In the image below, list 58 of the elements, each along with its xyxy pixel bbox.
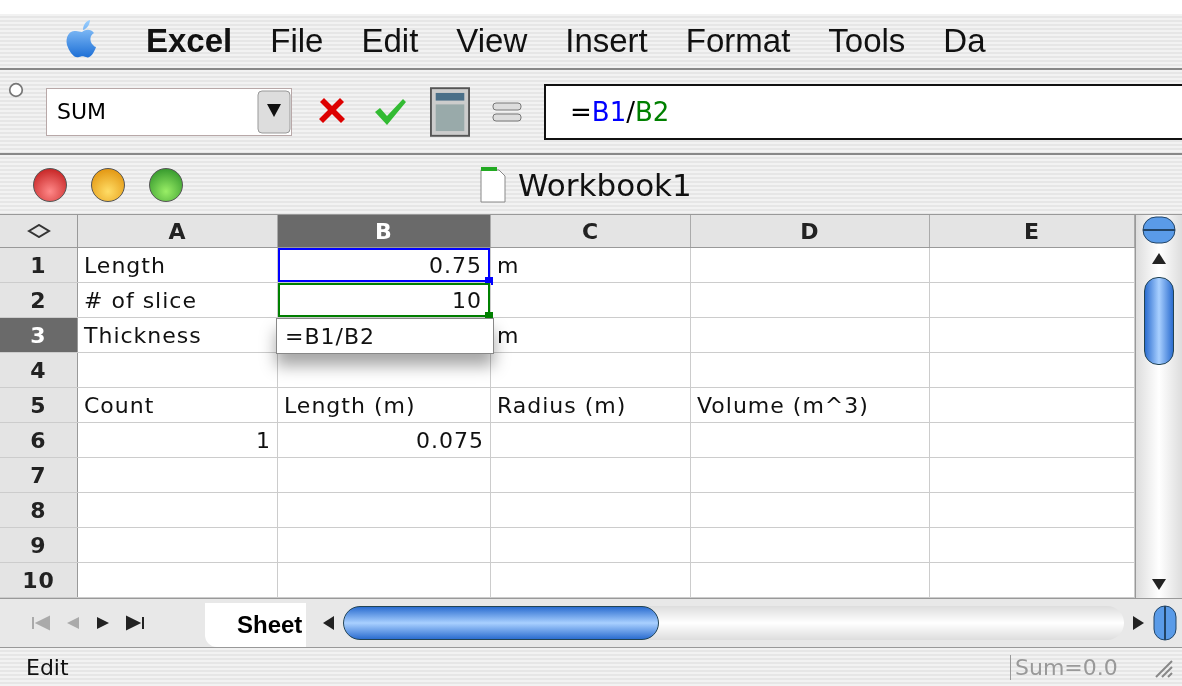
row-header[interactable]: 1 <box>0 248 78 282</box>
table-cell: 10 <box>278 283 490 317</box>
window-title: Workbook1 <box>518 166 692 203</box>
row-header[interactable]: 7 <box>0 458 78 492</box>
dropdown-icon[interactable] <box>257 88 291 135</box>
scroll-down-icon[interactable] <box>1149 576 1169 592</box>
scroll-up-icon[interactable] <box>1149 251 1169 267</box>
row-header[interactable]: 8 <box>0 493 78 527</box>
row-header[interactable]: 6 <box>0 423 78 457</box>
formula-field[interactable]: =B1/B2 <box>544 83 1182 140</box>
row-header[interactable]: 9 <box>0 528 78 562</box>
table-cell-text: 1 <box>255 426 272 455</box>
menu-item[interactable]: File <box>270 22 324 60</box>
name-box[interactable]: SUM <box>46 87 292 136</box>
menu-item[interactable]: Format <box>685 22 791 60</box>
table-cell-text: m <box>496 251 521 280</box>
last-sheet-icon[interactable] <box>124 615 146 631</box>
menu-item[interactable]: Tools <box>828 22 906 60</box>
table-cell-text: m <box>496 321 521 350</box>
menu-item[interactable]: Da <box>943 22 986 60</box>
menu-item[interactable]: Edit <box>361 22 419 60</box>
column-header[interactable]: D <box>691 215 930 247</box>
select-all-icon[interactable] <box>26 224 51 238</box>
table-cell-text: Length <box>83 251 167 280</box>
document-icon <box>480 165 506 204</box>
cell-editor[interactable]: =B1/B2 <box>276 318 494 354</box>
row-header[interactable]: 3 <box>0 318 78 352</box>
table-cell: 0.75 <box>278 248 490 282</box>
menu-item[interactable]: Insert <box>565 22 648 60</box>
table-cell-text: 0.075 <box>415 426 485 455</box>
grip-icon <box>8 82 24 98</box>
column-header[interactable]: B <box>278 215 491 247</box>
calculator-icon[interactable] <box>430 85 470 138</box>
scroll-thumb[interactable] <box>1144 277 1174 365</box>
split-handle-icon[interactable] <box>1139 215 1179 245</box>
column-header[interactable]: C <box>491 215 691 247</box>
scroll-left-icon[interactable] <box>321 613 337 633</box>
close-button[interactable] <box>33 167 67 202</box>
menu-item[interactable]: View <box>456 22 528 60</box>
minimize-button[interactable] <box>91 167 125 202</box>
row-header[interactable]: 5 <box>0 388 78 422</box>
table-cell-text: Volume (m^3) <box>696 391 870 420</box>
scroll-thumb[interactable] <box>343 606 659 640</box>
table-cell-text: Thickness <box>83 321 203 350</box>
scroll-right-icon[interactable] <box>1130 613 1146 633</box>
table-cell-text: Count <box>83 391 156 420</box>
sheet-tab[interactable]: Sheet <box>205 603 307 647</box>
row-header[interactable]: 4 <box>0 353 78 387</box>
equals-icon[interactable] <box>492 100 522 123</box>
row-header[interactable]: 2 <box>0 283 78 317</box>
table-cell-text: # of slice <box>83 286 198 315</box>
row-header[interactable]: 10 <box>0 563 78 597</box>
sum-readout: Sum=0.0 <box>1010 654 1146 680</box>
status-text: Edit <box>26 654 70 680</box>
zoom-button[interactable] <box>149 167 183 202</box>
menu-item[interactable]: Excel <box>146 22 233 60</box>
table-cell-text: Radius (m) <box>496 391 628 420</box>
table-cell-text: Length (m) <box>283 391 417 420</box>
